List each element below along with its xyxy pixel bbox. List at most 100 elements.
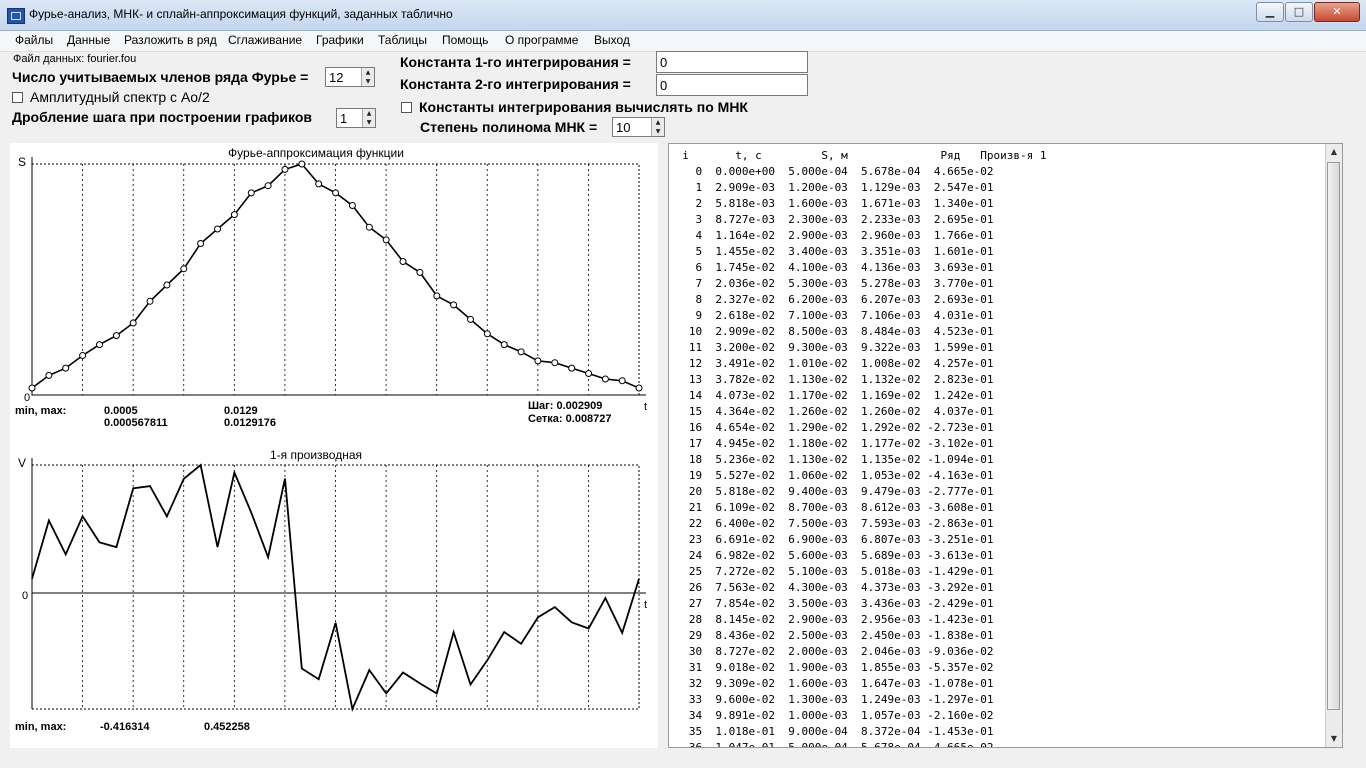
data-point — [79, 352, 87, 359]
scroll-thumb[interactable] — [1327, 162, 1340, 710]
data-point — [163, 281, 171, 289]
data-point — [146, 297, 154, 305]
menu-smoothing[interactable]: Сглаживание — [228, 33, 302, 47]
data-point — [214, 225, 221, 233]
table-row[interactable]: 18 5.236e-02 1.130e-02 1.135e-02 -1.094e… — [669, 452, 1047, 468]
arrow-up-icon[interactable]: ▲ — [652, 118, 664, 127]
poly-degree-spinner[interactable]: 10 ▲ ▼ — [612, 117, 665, 137]
chart1-xlabel: t — [644, 401, 647, 413]
table-row[interactable]: 0 0.000e+00 5.000e-04 5.678e-04 4.665e-0… — [669, 164, 1047, 180]
table-row[interactable]: 30 8.727e-02 2.000e-03 2.046e-03 -9.036e… — [669, 644, 1047, 660]
poly-degree-label: Степень полинома МНК = — [420, 119, 598, 135]
table-row[interactable]: 34 9.891e-02 1.000e-03 1.057e-03 -2.160e… — [669, 708, 1047, 724]
table-row[interactable]: 9 2.618e-02 7.100e-03 7.106e-03 4.031e-0… — [669, 308, 1047, 324]
mnk-constants-checkbox[interactable] — [401, 102, 412, 113]
chart2-minmax-label: min, max: — [15, 721, 66, 733]
scroll-up-icon[interactable]: ▲ — [1326, 144, 1342, 160]
table-row[interactable]: 11 3.200e-02 9.300e-03 9.322e-03 1.599e-… — [669, 340, 1047, 356]
spinner-arrows[interactable]: ▲ ▼ — [651, 118, 664, 136]
table-row[interactable]: 3 8.727e-03 2.300e-03 2.233e-03 2.695e-0… — [669, 212, 1047, 228]
menu-expand-series[interactable]: Разложить в ряд — [124, 33, 217, 47]
table-row[interactable]: 25 7.272e-02 5.100e-03 5.018e-03 -1.429e… — [669, 564, 1047, 580]
scroll-down-icon[interactable]: ▼ — [1326, 731, 1342, 747]
table-row[interactable]: 17 4.945e-02 1.180e-02 1.177e-02 -3.102e… — [669, 436, 1047, 452]
arrow-down-icon[interactable]: ▼ — [363, 118, 375, 127]
chart1-max1: 0.0129 — [224, 405, 258, 417]
data-point — [585, 370, 593, 377]
table-row[interactable]: 21 6.109e-02 8.700e-03 8.612e-03 -3.608e… — [669, 500, 1047, 516]
menu-about[interactable]: О программе — [505, 33, 578, 47]
table-row[interactable]: 24 6.982e-02 5.600e-03 5.689e-03 -3.613e… — [669, 548, 1047, 564]
table-row[interactable]: 29 8.436e-02 2.500e-03 2.450e-03 -1.838e… — [669, 628, 1047, 644]
table-row[interactable]: 35 1.018e-01 9.000e-04 8.372e-04 -1.453e… — [669, 724, 1047, 740]
table-row[interactable]: 15 4.364e-02 1.260e-02 1.260e-02 4.037e-… — [669, 404, 1047, 420]
table-row[interactable]: 28 8.145e-02 2.900e-03 2.956e-03 -1.423e… — [669, 612, 1047, 628]
table-row[interactable]: 12 3.491e-02 1.010e-02 1.008e-02 4.257e-… — [669, 356, 1047, 372]
table-row[interactable]: 23 6.691e-02 6.900e-03 6.807e-03 -3.251e… — [669, 532, 1047, 548]
table-row[interactable]: 7 2.036e-02 5.300e-03 5.278e-03 3.770e-0… — [669, 276, 1047, 292]
data-point — [382, 236, 390, 244]
app-icon — [7, 8, 25, 24]
const1-input[interactable]: 0 — [656, 51, 808, 73]
table-row[interactable]: 14 4.073e-02 1.170e-02 1.169e-02 1.242e-… — [669, 388, 1047, 404]
data-point — [467, 315, 474, 323]
table-row[interactable]: 1 2.909e-03 1.200e-03 1.129e-03 2.547e-0… — [669, 180, 1047, 196]
data-point — [635, 384, 643, 392]
chart2-max: 0.452258 — [204, 721, 250, 733]
arrow-down-icon[interactable]: ▼ — [362, 77, 374, 86]
table-row[interactable]: 36 1.047e-01 5.000e-04 5.678e-04 4.665e-… — [669, 740, 1047, 747]
data-point — [180, 265, 188, 273]
table-row[interactable]: 32 9.309e-02 1.600e-03 1.647e-03 -1.078e… — [669, 676, 1047, 692]
data-point — [534, 357, 542, 365]
table-row[interactable]: 5 1.455e-02 3.400e-03 3.351e-03 1.601e-0… — [669, 244, 1047, 260]
table-row[interactable]: 33 9.600e-02 1.300e-03 1.249e-03 -1.297e… — [669, 692, 1047, 708]
table-row[interactable]: 27 7.854e-02 3.500e-03 3.436e-03 -2.429e… — [669, 596, 1047, 612]
table-row[interactable]: 4 1.164e-02 2.900e-03 2.960e-03 1.766e-0… — [669, 228, 1047, 244]
chart1-grid — [82, 164, 589, 395]
data-file-label: Файл данных: fourier.fou — [13, 53, 137, 65]
vertical-scrollbar[interactable]: ▲ ▼ — [1325, 144, 1342, 747]
maximize-button[interactable]: □ — [1285, 2, 1313, 22]
table-row[interactable]: 10 2.909e-02 8.500e-03 8.484e-03 4.523e-… — [669, 324, 1047, 340]
minimize-button[interactable]: ▁ — [1256, 2, 1284, 22]
chart-area: Фурье-аппроксимация функции S 0 t 1-я пр… — [10, 143, 658, 748]
menu-files[interactable]: Файлы — [15, 33, 53, 47]
amplitude-spectrum-checkbox[interactable] — [12, 92, 23, 103]
spinner-arrows[interactable]: ▲ ▼ — [362, 109, 375, 127]
step-division-spinner[interactable]: 1 ▲ ▼ — [336, 108, 376, 128]
table-row[interactable]: 2 5.818e-03 1.600e-03 1.671e-03 1.340e-0… — [669, 196, 1047, 212]
spinner-arrows[interactable]: ▲ ▼ — [361, 68, 374, 86]
table-row[interactable]: 6 1.745e-02 4.100e-03 4.136e-03 3.693e-0… — [669, 260, 1047, 276]
data-point — [96, 341, 103, 349]
menu-tables[interactable]: Таблицы — [378, 33, 427, 47]
table-row[interactable]: 16 4.654e-02 1.290e-02 1.292e-02 -2.723e… — [669, 420, 1047, 436]
data-table-panel[interactable]: i t, c S, м Ряд Произв-я 1 0 0.000e+00 5… — [668, 143, 1343, 748]
data-table: i t, c S, м Ряд Произв-я 1 0 0.000e+00 5… — [669, 148, 1047, 747]
data-point — [112, 332, 120, 340]
arrow-up-icon[interactable]: ▲ — [363, 109, 375, 118]
table-row[interactable]: 19 5.527e-02 1.060e-02 1.053e-02 -4.163e… — [669, 468, 1047, 484]
menu-data[interactable]: Данные — [67, 33, 110, 47]
const1-label: Константа 1-го интегрирования = — [400, 54, 631, 70]
data-point — [197, 240, 205, 247]
table-row[interactable]: 31 9.018e-02 1.900e-03 1.855e-03 -5.357e… — [669, 660, 1047, 676]
chart2-xlabel: t — [644, 599, 647, 611]
table-row[interactable]: 26 7.563e-02 4.300e-03 4.373e-03 -3.292e… — [669, 580, 1047, 596]
menu-help[interactable]: Помощь — [442, 33, 488, 47]
data-point — [568, 364, 576, 372]
menu-graphs[interactable]: Графики — [316, 33, 364, 47]
arrow-down-icon[interactable]: ▼ — [652, 127, 664, 136]
chart2-title: 1-я производная — [270, 448, 362, 462]
table-row[interactable]: 13 3.782e-02 1.130e-02 1.132e-02 2.823e-… — [669, 372, 1047, 388]
menu-exit[interactable]: Выход — [594, 33, 630, 47]
const2-input[interactable]: 0 — [656, 74, 808, 96]
close-button[interactable]: ✕ — [1314, 2, 1360, 22]
fourier-terms-spinner[interactable]: 12 ▲ ▼ — [325, 67, 375, 87]
chart1-step: Шаг: 0.002909 — [528, 400, 602, 412]
arrow-up-icon[interactable]: ▲ — [362, 68, 374, 77]
table-row[interactable]: 8 2.327e-02 6.200e-03 6.207e-03 2.693e-0… — [669, 292, 1047, 308]
table-row[interactable]: 22 6.400e-02 7.500e-03 7.593e-03 -2.863e… — [669, 516, 1047, 532]
data-point — [129, 319, 137, 327]
table-row[interactable]: 20 5.818e-02 9.400e-03 9.479e-03 -2.777e… — [669, 484, 1047, 500]
chart2-zero: 0 — [22, 590, 28, 602]
